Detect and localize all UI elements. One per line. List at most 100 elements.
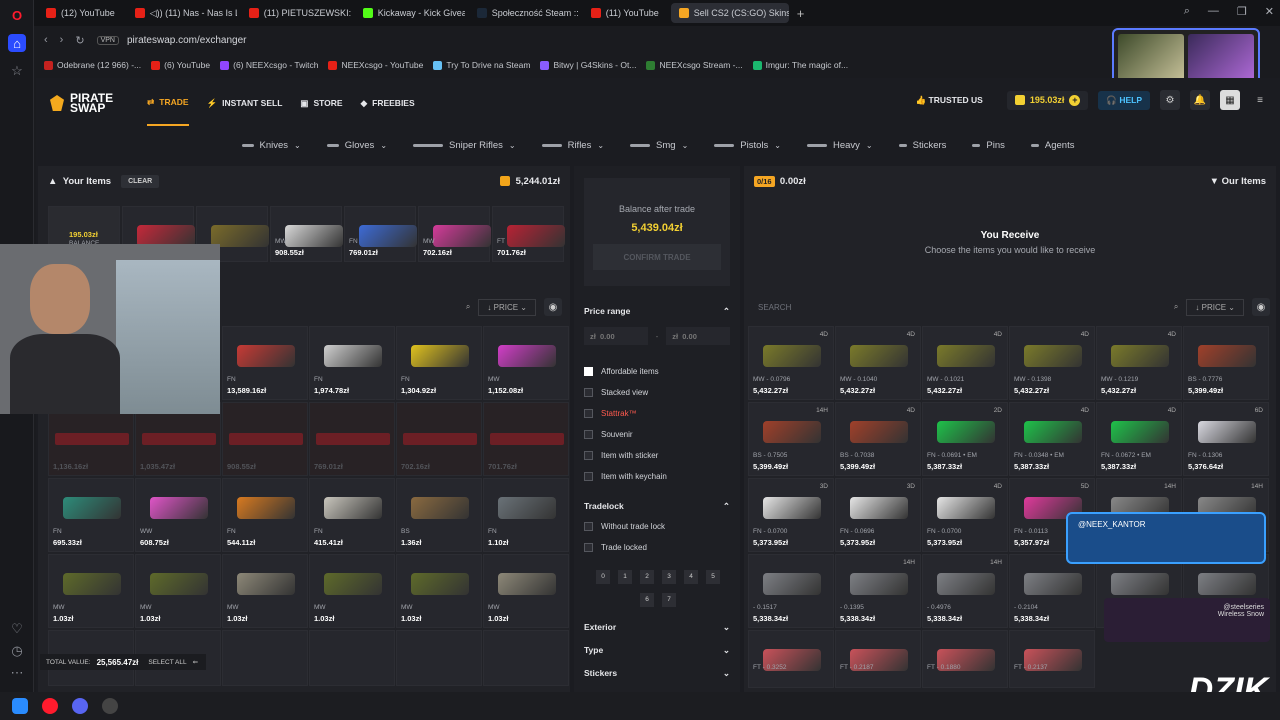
discord-taskbar-icon[interactable] <box>72 698 88 714</box>
day-button[interactable]: 5 <box>706 569 720 584</box>
stickers-header[interactable]: Stickers ⌄ <box>574 668 740 679</box>
day-button[interactable]: 6 <box>640 592 654 607</box>
search-icon[interactable]: ⌕ <box>466 302 470 312</box>
item-card[interactable]: BS 1.36zł <box>396 478 482 552</box>
close-icon[interactable]: ✕ <box>1265 5 1274 18</box>
item-card[interactable]: 4D MW - 0.1040 5,432.27zł <box>835 326 921 400</box>
item-card[interactable]: FN 1,974.78zł <box>309 326 395 400</box>
browser-tab[interactable]: (11) YouTube <box>583 3 667 23</box>
browser-tab[interactable]: ◁)) (11) Nas - Nas Is Like I <box>127 3 237 23</box>
item-card[interactable]: 6D FN - 0.1306 5,376.64zł <box>1183 402 1269 476</box>
bookmark-item[interactable]: NEEXcsgo - YouTube <box>328 60 423 70</box>
bookmark-item[interactable]: Try To Drive na Steam <box>433 60 530 70</box>
item-card[interactable]: BS - 0.7776 5,399.49zł <box>1183 326 1269 400</box>
item-card[interactable]: WW 608.75zł <box>135 478 221 552</box>
remove-bar[interactable] <box>229 433 303 445</box>
help-button[interactable]: 🎧 HELP <box>1098 90 1150 110</box>
remove-bar[interactable] <box>142 433 216 445</box>
category-heavy[interactable]: Heavy ⌄ <box>806 140 873 151</box>
filter-checkbox[interactable]: Item with sticker <box>574 445 740 466</box>
arrow-left-icon[interactable]: ⇐ <box>193 658 198 666</box>
avatar[interactable]: ▦ <box>1220 90 1240 110</box>
tradelock-checkbox[interactable]: Trade locked <box>574 537 740 558</box>
filter-checkbox[interactable]: Stattrak™ <box>574 403 740 424</box>
item-card[interactable]: FT 701.76zł <box>492 206 565 262</box>
item-card[interactable]: 1D- 0.21045,338.34zł <box>1009 554 1095 628</box>
tradelock-checkbox[interactable]: Without trade lock <box>574 516 740 537</box>
item-card[interactable]: FT - 0.2137 <box>1009 630 1095 688</box>
bookmark-item[interactable]: (6) NEEXcsgo - Twitch <box>220 60 318 70</box>
item-card[interactable]: FN 695.33zł <box>48 478 134 552</box>
search-tabs-icon[interactable]: ⌕ <box>1184 5 1190 18</box>
filter-checkbox[interactable]: Item with keychain <box>574 466 740 487</box>
nav-trade[interactable]: ⇄ TRADE <box>147 80 189 126</box>
item-card[interactable] <box>309 630 395 686</box>
bookmark-item[interactable]: Odebrane (12 966) -... <box>44 60 141 70</box>
trusted-us-link[interactable]: 👍 TRUSTED US <box>916 95 983 106</box>
opera-logo-icon[interactable]: O <box>8 6 26 24</box>
item-card[interactable]: 4D MW - 0.0796 5,432.27zł <box>748 326 834 400</box>
settings-icon[interactable]: ⚙ <box>1160 90 1180 110</box>
item-card[interactable]: 14H - 0.1395 5,338.34zł <box>835 554 921 628</box>
add-balance-icon[interactable]: + <box>1069 94 1081 106</box>
exterior-header[interactable]: Exterior ⌄ <box>574 622 740 633</box>
browser-tab[interactable]: Sell CS2 (CS:GO) Skins | B <box>670 3 789 23</box>
item-card-selected[interactable]: 769.01zł <box>309 402 395 476</box>
item-card[interactable]: MW 908.55zł <box>270 206 343 262</box>
item-card[interactable]: FN 1.10zł <box>483 478 569 552</box>
item-card[interactable]: MW 1.03zł <box>483 554 569 628</box>
right-search-input[interactable]: SEARCH <box>750 303 1166 312</box>
day-button[interactable]: 7 <box>662 592 676 607</box>
item-card[interactable]: - 0.1517 5,338.34zł <box>748 554 834 628</box>
day-button[interactable]: 2 <box>640 569 654 584</box>
item-card[interactable]: 14H BS - 0.7505 5,399.49zł <box>748 402 834 476</box>
heart-icon[interactable]: ♡ <box>8 620 26 638</box>
search-icon[interactable]: ⌕ <box>1174 302 1178 312</box>
type-header[interactable]: Type ⌄ <box>574 645 740 656</box>
balance-badge[interactable]: 195.03zł + <box>1006 90 1089 110</box>
remove-bar[interactable] <box>316 433 390 445</box>
item-card[interactable]: MW 702.16zł <box>418 206 491 262</box>
category-agents[interactable]: Agents <box>1030 140 1074 151</box>
restore-icon[interactable]: ❐ <box>1237 5 1247 18</box>
remove-bar[interactable] <box>403 433 477 445</box>
item-card[interactable]: 4D MW - 0.1219 5,432.27zł <box>1096 326 1182 400</box>
price-min-input[interactable]: zł 0.00 <box>584 327 648 345</box>
windows-start-icon[interactable] <box>12 698 28 714</box>
browser-tab[interactable]: (11) PIETUSZEWSKI: SPEŁ <box>241 3 351 23</box>
bookmark-item[interactable]: Bitwy | G4Skins - Ot... <box>540 60 636 70</box>
collapse-icon[interactable]: ▲ <box>48 176 57 187</box>
item-card[interactable]: FN 544.11zł <box>222 478 308 552</box>
obs-taskbar-icon[interactable] <box>102 698 118 714</box>
item-card[interactable]: MW 1.03zł <box>396 554 482 628</box>
category-stickers[interactable]: Stickers <box>898 140 946 151</box>
item-card[interactable]: MW 1.03zł <box>309 554 395 628</box>
filter-checkbox[interactable]: Souvenir <box>574 424 740 445</box>
clear-button[interactable]: CLEAR <box>121 174 160 188</box>
price-max-input[interactable]: zł 0.00 <box>666 327 730 345</box>
opera-taskbar-icon[interactable] <box>42 698 58 714</box>
category-smg[interactable]: Smg ⌄ <box>630 140 688 151</box>
bell-icon[interactable]: 🔔 <box>1190 90 1210 110</box>
category-pins[interactable]: Pins <box>972 140 1005 151</box>
item-card[interactable] <box>396 630 482 686</box>
category-sniper-rifles[interactable]: Sniper Rifles ⌄ <box>413 140 516 151</box>
day-button[interactable]: 1 <box>618 569 632 584</box>
remove-bar[interactable] <box>55 433 129 445</box>
browser-tab[interactable]: Społeczność Steam :: Ofer <box>469 3 579 23</box>
item-card[interactable]: 4D MW - 0.1021 5,432.27zł <box>922 326 1008 400</box>
history-icon[interactable]: ◷ <box>8 642 26 660</box>
remove-bar[interactable] <box>490 433 564 445</box>
filter-checkbox[interactable]: Affordable items <box>574 361 740 382</box>
home-icon[interactable]: ⌂ <box>8 34 26 52</box>
category-rifles[interactable]: Rifles ⌄ <box>541 140 604 151</box>
sort-dropdown[interactable]: ↓ PRICE ⌄ <box>478 298 536 316</box>
item-card-selected[interactable]: 701.76zł <box>483 402 569 476</box>
back-icon[interactable]: ‹ <box>44 34 48 46</box>
filter-checkbox[interactable]: Stacked view <box>574 382 740 403</box>
filter-icon[interactable]: ◉ <box>1252 298 1270 316</box>
day-button[interactable]: 0 <box>596 569 610 584</box>
item-card[interactable]: 4D MW - 0.1398 5,432.27zł <box>1009 326 1095 400</box>
tradelock-header[interactable]: Tradelock ⌃ <box>574 501 740 512</box>
minimize-icon[interactable]: — <box>1208 5 1219 18</box>
